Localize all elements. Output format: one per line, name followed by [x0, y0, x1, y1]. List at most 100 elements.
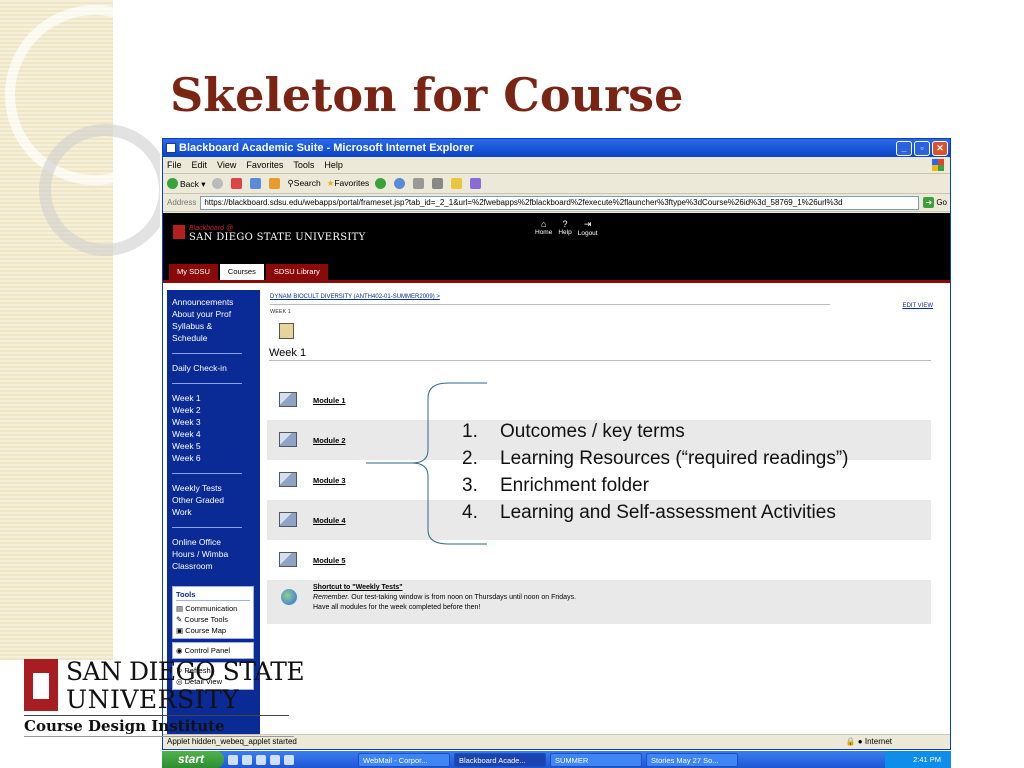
minimize-button[interactable]: _: [896, 140, 912, 156]
nav-help[interactable]: ? Help: [558, 219, 571, 237]
tool-course-tools[interactable]: ✎ Course Tools: [176, 614, 250, 625]
menu-syllabus[interactable]: Schedule: [172, 332, 260, 344]
history-icon[interactable]: [394, 178, 406, 189]
window-title: Blackboard Academic Suite - Microsoft In…: [179, 142, 474, 154]
task-webmail[interactable]: WebMail - Corpor...: [358, 752, 450, 767]
menu-tools[interactable]: Tools: [293, 160, 314, 170]
edit-view-link[interactable]: EDIT VIEW: [902, 303, 933, 309]
stop-icon[interactable]: [230, 178, 242, 189]
breadcrumb[interactable]: DYNAM BIOCULT DIVERSITY (ANTH402-01-SUMM…: [270, 294, 440, 300]
logo-subtitle: Course Design Institute: [24, 717, 225, 735]
start-button[interactable]: start: [162, 751, 224, 768]
menu-week-3[interactable]: Week 3: [172, 416, 260, 428]
communication-icon: ▤: [176, 604, 184, 613]
menu-other-graded[interactable]: Work: [172, 506, 260, 518]
tool-course-map[interactable]: ▣ Course Map: [176, 625, 250, 636]
module-folder-icon: [279, 432, 297, 447]
week-heading: Week 1: [269, 347, 931, 361]
globe-icon: ●: [857, 737, 863, 746]
menu-syllabus[interactable]: Syllabus &: [172, 320, 260, 332]
module-folder-icon: [279, 472, 297, 487]
tab-my-sdsu[interactable]: My SDSU: [169, 264, 218, 280]
bb-university: SAN DIEGO STATE UNIVERSITY: [189, 232, 366, 243]
taskbar: start WebMail - Corpor... Blackboard Aca…: [162, 751, 951, 768]
module-2-link[interactable]: Module 2: [313, 436, 346, 445]
menu-office-hours[interactable]: Hours / Wimba: [172, 548, 260, 560]
menu-week-1[interactable]: Week 1: [172, 392, 260, 404]
bb-logo[interactable]: Blackboard @ SAN DIEGO STATE UNIVERSITY: [173, 225, 365, 243]
task-blackboard[interactable]: Blackboard Acade...: [454, 752, 546, 767]
divider: [172, 527, 242, 528]
lock-icon: 🔒: [845, 737, 856, 746]
menu-view[interactable]: View: [217, 160, 236, 170]
nav-home[interactable]: ⌂ Home: [535, 219, 552, 237]
media-icon[interactable]: [375, 178, 387, 189]
menu-office-hours[interactable]: Online Office: [172, 536, 260, 548]
quicklaunch-icon[interactable]: [228, 754, 238, 765]
menu-other-graded[interactable]: Other Graded: [172, 494, 260, 506]
menu-edit[interactable]: Edit: [192, 160, 208, 170]
quicklaunch-icon[interactable]: [270, 754, 280, 765]
tool-communication[interactable]: ▤ Communication: [176, 603, 250, 614]
system-tray-clock[interactable]: 2:41 PM: [885, 751, 951, 768]
windows-logo-icon: [932, 159, 944, 171]
menu-week-4[interactable]: Week 4: [172, 428, 260, 440]
module-folder-icon: [279, 392, 297, 407]
logout-icon: ⇥: [583, 219, 592, 229]
bb-brand: Blackboard @: [189, 225, 234, 232]
menu-week-6[interactable]: Week 6: [172, 452, 260, 464]
refresh-icon[interactable]: [249, 178, 261, 189]
home-icon[interactable]: [268, 178, 280, 189]
messenger-icon[interactable]: [470, 178, 482, 189]
menu-weekly-tests[interactable]: Weekly Tests: [172, 482, 260, 494]
ie-icon: [166, 143, 176, 153]
module-4-link[interactable]: Module 4: [313, 516, 346, 525]
module-5-link[interactable]: Module 5: [313, 556, 346, 565]
sdsu-seal-icon: [173, 225, 185, 239]
forward-icon[interactable]: [211, 178, 223, 189]
quicklaunch-icon[interactable]: [284, 754, 294, 765]
maximize-button[interactable]: ▫: [914, 140, 930, 156]
menu-announcements[interactable]: Announcements: [172, 296, 260, 308]
weekly-tests-shortcut-link[interactable]: Shortcut to "Weekly Tests": [313, 584, 403, 591]
menu-week-2[interactable]: Week 2: [172, 404, 260, 416]
tools-heading: Tools: [176, 589, 250, 601]
nav-logout[interactable]: ⇥ Logout: [578, 219, 598, 237]
menu-office-hours[interactable]: Classroom: [172, 560, 260, 572]
decorative-rings: [5, 5, 160, 256]
task-stories[interactable]: Stories May 27 So...: [646, 752, 738, 767]
menu-help[interactable]: Help: [324, 160, 343, 170]
task-summer[interactable]: SUMMER: [550, 752, 642, 767]
close-button[interactable]: ✕: [932, 140, 948, 156]
back-button[interactable]: Back ▾: [167, 177, 206, 190]
favorites-button[interactable]: ★Favorites: [327, 178, 370, 189]
sdsu-logo: SAN DIEGO STATE UNIVERSITY Course Design…: [24, 657, 305, 737]
breadcrumb-current: WEEK 1: [270, 309, 291, 315]
divider: [172, 353, 242, 354]
menu-daily-checkin[interactable]: Daily Check-in: [172, 362, 260, 374]
annotation-item: 1. Outcomes / key terms: [462, 421, 685, 442]
logo-line-2: UNIVERSITY: [66, 685, 240, 714]
print-icon[interactable]: [432, 178, 444, 189]
menu-file[interactable]: File: [167, 160, 182, 170]
quicklaunch-icon[interactable]: [242, 754, 252, 765]
address-bar: Address ➜Go: [163, 194, 950, 212]
status-text: Applet hidden_webeq_applet started: [167, 737, 297, 746]
tab-sdsu-library[interactable]: SDSU Library: [265, 264, 328, 280]
mail-icon[interactable]: [413, 178, 425, 189]
annotation-item: 2. Learning Resources (“required readings…: [462, 448, 849, 469]
divider: [24, 715, 289, 716]
back-arrow-icon: [167, 177, 178, 189]
menu-favorites[interactable]: Favorites: [246, 160, 283, 170]
menu-week-5[interactable]: Week 5: [172, 440, 260, 452]
address-input[interactable]: [200, 195, 920, 210]
tab-courses[interactable]: Courses: [219, 264, 264, 280]
module-3-link[interactable]: Module 3: [313, 476, 346, 485]
search-button[interactable]: ⚲Search: [288, 178, 321, 189]
go-button[interactable]: ➜ Go: [923, 197, 950, 208]
quicklaunch-icon[interactable]: [256, 754, 266, 765]
window-titlebar[interactable]: Blackboard Academic Suite - Microsoft In…: [163, 139, 950, 157]
module-1-link[interactable]: Module 1: [313, 396, 346, 405]
folder-icon[interactable]: [451, 178, 463, 189]
menu-about-prof[interactable]: About your Prof: [172, 308, 260, 320]
